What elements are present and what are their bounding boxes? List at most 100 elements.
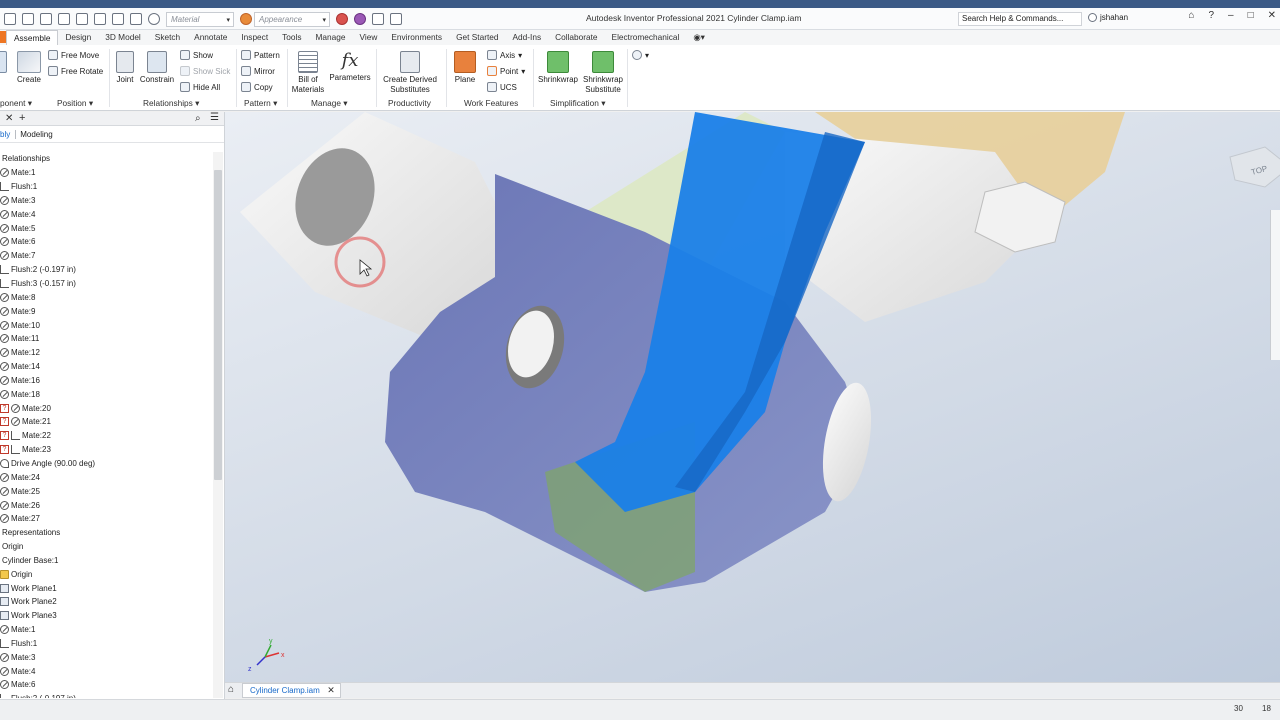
undo-icon[interactable] (58, 13, 70, 25)
tree-item[interactable]: Mate:24 (0, 470, 212, 484)
close-icon[interactable]: ✕ (1268, 10, 1276, 21)
tree-item[interactable]: Origin (0, 567, 212, 581)
material-select[interactable]: Material ▾ (166, 11, 234, 27)
tab-tools[interactable]: Tools (275, 30, 308, 45)
tree-item[interactable]: Drive Angle (90.00 deg) (0, 457, 212, 471)
open-icon[interactable] (22, 13, 34, 25)
document-tab[interactable]: Cylinder Clamp.iam ✕ (242, 683, 341, 698)
constrain-button[interactable]: Constrain (138, 51, 176, 85)
tab-electromechanical[interactable]: Electromechanical (605, 30, 687, 45)
home-icon[interactable]: ⌂ (228, 684, 234, 695)
update-icon[interactable] (130, 13, 142, 25)
tree-item[interactable]: ? Mate:22 (0, 429, 212, 443)
search-input[interactable]: Search Help & Commands... (958, 12, 1082, 26)
add-icon[interactable]: + (19, 112, 25, 124)
tab-view[interactable]: View (353, 30, 385, 45)
tab-3d-model[interactable]: 3D Model (98, 30, 148, 45)
tree-item[interactable]: Flush:3 (-0.157 in) (0, 277, 212, 291)
axis-button[interactable]: Axis ▾ (487, 50, 522, 60)
parameters-button[interactable]: fx Parameters (328, 49, 372, 83)
user-account[interactable]: jshahan (1088, 13, 1128, 22)
bill-of-materials-button[interactable]: Bill of Materials (290, 51, 326, 95)
ribbon-options-icon[interactable]: ◉▾ (686, 30, 711, 45)
hide-all-button[interactable]: Hide All (180, 82, 220, 92)
tab-annotate[interactable]: Annotate (187, 30, 234, 45)
tree-item[interactable]: Mate:1 (0, 623, 212, 637)
maximize-icon[interactable]: □ (1248, 10, 1254, 21)
tab-add-ins[interactable]: Add-Ins (506, 30, 549, 45)
fx-icon[interactable] (372, 13, 384, 25)
tab-manage[interactable]: Manage (309, 30, 353, 45)
panel-simplification[interactable]: Simplification ▾ (550, 98, 605, 108)
shrinkwrap-substitute-button[interactable]: Shrinkwrap Substitute (580, 51, 626, 95)
pattern-button[interactable]: Pattern (241, 50, 280, 60)
save-icon[interactable] (40, 13, 52, 25)
close-icon[interactable]: ✕ (327, 685, 335, 696)
tree-item[interactable]: Mate:12 (0, 346, 212, 360)
mirror-button[interactable]: Mirror (241, 66, 275, 76)
measure-icon[interactable] (390, 13, 402, 25)
ucs-button[interactable]: UCS (487, 82, 517, 92)
tab-assemble[interactable]: Assemble (6, 30, 59, 45)
tab-collaborate[interactable]: Collaborate (548, 30, 604, 45)
panel-relationships[interactable]: Relationships ▾ (143, 98, 199, 108)
appearance-select[interactable]: Appearance ▾ (254, 11, 330, 27)
tree-item[interactable]: Cylinder Base:1 (0, 553, 212, 567)
tree-item[interactable]: Mate:16 (0, 374, 212, 388)
tree-item[interactable]: Mate:8 (0, 290, 212, 304)
viewcube[interactable]: TOP (1229, 146, 1280, 188)
tree-item[interactable]: Mate:25 (0, 484, 212, 498)
search-icon[interactable]: ⌕ (195, 113, 201, 124)
plane-button[interactable]: Plane (450, 51, 480, 85)
tab-environments[interactable]: Environments (384, 30, 449, 45)
show-button[interactable]: Show (180, 50, 213, 60)
tree-item[interactable]: Mate:27 (0, 512, 212, 526)
tab-design[interactable]: Design (58, 30, 98, 45)
scrollbar-thumb[interactable] (214, 170, 222, 480)
panel-position[interactable]: Position ▾ (57, 98, 93, 108)
tree-item[interactable]: Relationships (0, 152, 212, 166)
clear-override-icon[interactable] (148, 13, 160, 25)
tree-item[interactable]: Mate:7 (0, 249, 212, 263)
tree-item[interactable]: Flush:2 (-0.197 in) (0, 263, 212, 277)
tree-item[interactable]: Work Plane1 (0, 581, 212, 595)
tab-modeling[interactable]: Modeling (16, 130, 52, 139)
tree-item[interactable]: Mate:6 (0, 678, 212, 692)
tree-item[interactable]: Representations (0, 526, 212, 540)
tree-item[interactable]: Mate:3 (0, 650, 212, 664)
copy-button[interactable]: Copy (241, 82, 273, 92)
tab-inspect[interactable]: Inspect (234, 30, 275, 45)
tree-item[interactable]: Flush:1 (0, 637, 212, 651)
new-icon[interactable] (4, 13, 16, 25)
tree-item[interactable]: Mate:14 (0, 360, 212, 374)
help-icon[interactable]: ? (1208, 10, 1214, 21)
tree-item[interactable]: Flush:2 (-0.197 in) (0, 692, 212, 698)
shrinkwrap-button[interactable]: Shrinkwrap (536, 51, 580, 85)
joint-button[interactable]: Joint (112, 51, 138, 85)
tree-item[interactable]: Origin (0, 540, 212, 554)
select-icon[interactable] (112, 13, 124, 25)
tree-item[interactable]: ? Mate:21 (0, 415, 212, 429)
free-move-button[interactable]: Free Move (48, 50, 99, 60)
panel-pattern[interactable]: Pattern ▾ (244, 98, 277, 108)
adjust-icon[interactable] (336, 13, 348, 25)
tree-item[interactable]: Mate:4 (0, 664, 212, 678)
place-button[interactable] (0, 51, 10, 75)
graphics-viewport[interactable]: TOP x y z (225, 112, 1280, 682)
tree-item[interactable]: Mate:3 (0, 194, 212, 208)
tree-item[interactable]: Work Plane2 (0, 595, 212, 609)
tree-item[interactable]: Mate:6 (0, 235, 212, 249)
browser-scrollbar[interactable] (213, 152, 223, 698)
ribbon-extra-button[interactable]: ▾ (632, 50, 649, 60)
tree-item[interactable]: ? Mate:20 (0, 401, 212, 415)
tree-item[interactable]: Mate:1 (0, 166, 212, 180)
redo-icon[interactable] (76, 13, 88, 25)
free-rotate-button[interactable]: Free Rotate (48, 66, 103, 76)
tree-item[interactable]: Flush:1 (0, 180, 212, 194)
home-icon[interactable] (94, 13, 106, 25)
tab-get-started[interactable]: Get Started (449, 30, 505, 45)
tree-item[interactable]: Mate:26 (0, 498, 212, 512)
clear-appearance-icon[interactable] (354, 13, 366, 25)
create-derived-substitutes-button[interactable]: Create Derived Substitutes (380, 51, 440, 95)
close-icon[interactable]: ✕ (5, 113, 13, 124)
